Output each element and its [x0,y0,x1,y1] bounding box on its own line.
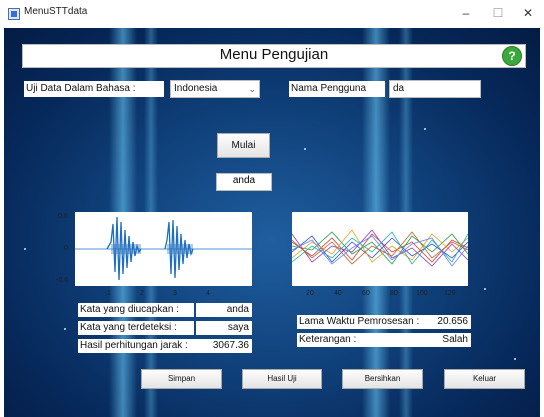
waveform-xtick: 2 [140,290,144,297]
title-bar: MenuSTTdata – ☐ ✕ [0,0,544,28]
chevron-down-icon: ⌄ [248,84,256,94]
user-name-input[interactable]: da [389,80,481,98]
window-title: MenuSTTdata [24,6,88,17]
feature-plot-svg [291,229,469,267]
header-bar: Menu Pengujian [22,44,526,68]
feature-plot [291,212,469,286]
feature-xtick: 60 [362,290,370,297]
waveform-xtick: 4 [206,290,210,297]
feature-xtick: 20 [306,290,314,297]
page-title: Menu Pengujian [219,46,329,63]
waveform-ytick: 0.6 [58,213,68,220]
feature-xtick: 100 [416,290,428,297]
waveform-xtick: 1 [107,290,111,297]
detected-word-value: saya [196,321,252,335]
maximize-button[interactable]: ☐ [484,4,512,22]
waveform-ytick: -0.6 [56,277,69,284]
waveform-ytick: 0 [64,245,68,252]
status-value: Salah [397,333,471,347]
distance-label: Hasil perhitungan jarak : [78,339,208,353]
feature-xtick: 120 [444,290,456,297]
waveform-svg [75,216,252,281]
language-select[interactable]: Indonesia ⌄ [170,80,260,98]
detected-word-label: Kata yang terdeteksi : [78,321,194,335]
recognized-word-display: anda [216,173,272,191]
spoken-word-label: Kata yang diucapkan : [78,303,194,317]
waveform-plot [75,212,252,286]
feature-xtick: 40 [334,290,342,297]
exit-button[interactable]: Keluar [444,369,525,389]
test-results-button[interactable]: Hasil Uji [242,369,322,389]
processing-time-value: 20.656 [429,315,471,329]
user-name-label: Nama Pengguna [289,81,385,97]
app-icon [8,8,20,20]
status-label: Keterangan : [297,333,397,347]
minimize-button[interactable]: – [452,4,480,22]
language-label: Uji Data Dalam Bahasa : [24,81,164,97]
processing-time-label: Lama Waktu Pemrosesan : [297,315,429,329]
distance-value: 3067.36 [208,339,252,353]
language-select-value: Indonesia [174,83,218,94]
feature-xtick: 80 [390,290,398,297]
clear-button[interactable]: Bersihkan [342,369,423,389]
waveform-xtick: 3 [173,290,177,297]
spoken-word-value: anda [196,303,252,317]
close-button[interactable]: ✕ [514,4,542,22]
save-button[interactable]: Simpan [141,369,222,389]
help-icon[interactable]: ? [502,46,522,66]
start-button[interactable]: Mulai [217,133,270,158]
